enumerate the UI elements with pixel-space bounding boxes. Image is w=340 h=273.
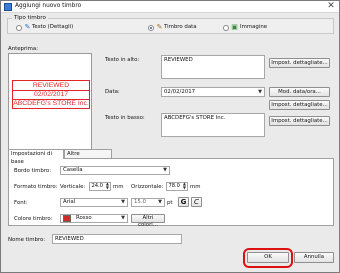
option-image-label[interactable]: Immagine <box>240 24 267 30</box>
image-stamp-icon: ▣ <box>231 23 238 31</box>
border-select-value: Casella <box>63 167 83 173</box>
radio-image[interactable] <box>223 25 229 31</box>
bottom-text-label: Testo in basso: <box>105 115 145 121</box>
radio-date-stamp[interactable] <box>148 25 154 31</box>
close-icon[interactable]: ✕ <box>326 2 336 11</box>
app-icon <box>4 3 12 11</box>
stamp-image: REVIEWED 02/02/2017 ABCDEFG's STORE Inc. <box>12 80 90 109</box>
date-stamp-icon: ✎ <box>156 23 163 31</box>
border-label: Bordo timbro: <box>14 168 52 174</box>
color-select[interactable]: Rosso ▼ <box>60 214 128 223</box>
stepper-arrows-icon[interactable]: ▲ ▼ <box>183 182 186 190</box>
stamp-type-group: Tipo timbro ✎ Testo (Dettagli) ✎ Timbro … <box>7 15 334 34</box>
vertical-size-value: 24.0 <box>91 183 103 189</box>
top-text-label: Testo in alto: <box>105 57 140 63</box>
horizontal-size-stepper[interactable]: 78.0 ▲ ▼ <box>166 182 188 191</box>
border-select[interactable]: Casella ▼ <box>60 166 170 175</box>
vertical-size-stepper[interactable]: 24.0 ▲ ▼ <box>89 182 111 191</box>
window-title: Aggiungi nuovo timbro <box>15 3 82 9</box>
font-size-value: 15.0 <box>134 199 147 205</box>
vertical-label: Verticale: <box>60 184 86 190</box>
text-stamp-icon: ✎ <box>24 23 31 31</box>
tab-other-settings[interactable]: Altre impostazioni <box>64 149 112 165</box>
bottom-text-input[interactable]: ABCDEFG's STORE Inc. <box>161 113 265 137</box>
top-text-settings-button[interactable]: Impost. dettagliate... <box>269 58 330 68</box>
font-select[interactable]: Arial ▼ <box>60 198 128 207</box>
font-label: Font: <box>14 200 28 206</box>
horizontal-unit: mm <box>190 184 201 190</box>
stamp-bottom-text: ABCDEFG's STORE Inc. <box>13 100 89 107</box>
date-settings-button[interactable]: Impost. dettagliate... <box>269 100 330 110</box>
title-bar: Aggiungi nuovo timbro ✕ <box>1 1 339 13</box>
stamp-name-label: Nome timbro: <box>8 237 46 243</box>
stepper-arrows-icon[interactable]: ▲ ▼ <box>106 182 109 190</box>
font-size-unit: pt <box>167 200 173 206</box>
italic-button[interactable]: C <box>191 197 202 207</box>
vertical-unit: mm <box>113 184 124 190</box>
chevron-down-icon[interactable]: ▼ <box>163 167 167 174</box>
cancel-button[interactable]: Annulla <box>294 252 334 263</box>
chevron-down-icon[interactable]: ▼ <box>121 215 125 222</box>
date-label: Data: <box>105 89 120 95</box>
ok-button[interactable]: OK <box>247 252 289 263</box>
stamp-name-input[interactable]: REVIEWED <box>52 234 182 244</box>
date-select[interactable]: 02/02/2017 ▼ <box>161 87 265 97</box>
basic-settings-panel: Bordo timbro: Casella ▼ Formato timbro: … <box>8 158 334 228</box>
preview-label: Anteprima: <box>8 46 39 52</box>
chevron-down-icon[interactable]: ▼ <box>121 199 125 206</box>
radio-text-details[interactable] <box>16 25 22 31</box>
color-select-value: Rosso <box>76 215 92 221</box>
stamp-top-text: REVIEWED <box>32 82 70 89</box>
bottom-text-settings-button[interactable]: Impost. dettagliate... <box>269 116 330 126</box>
color-label: Colore timbro: <box>14 216 53 222</box>
format-label: Formato timbro: <box>14 184 58 190</box>
chevron-down-icon[interactable]: ▼ <box>258 88 262 96</box>
font-size-select[interactable]: 15.0 ▼ <box>131 198 165 207</box>
chevron-down-icon[interactable]: ▼ <box>158 199 162 206</box>
horizontal-label: Orizzontale: <box>131 184 164 190</box>
more-colors-button[interactable]: Altri colori... <box>131 214 165 228</box>
bold-button[interactable]: G <box>178 197 189 207</box>
date-select-value: 02/02/2017 <box>164 89 196 95</box>
add-stamp-dialog: Aggiungi nuovo timbro ✕ Tipo timbro ✎ Te… <box>0 0 340 273</box>
stamp-date-text: 02/02/2017 <box>33 91 69 98</box>
font-select-value: Arial <box>63 199 76 205</box>
tab-basic-settings[interactable]: Impostazioni di base <box>8 149 64 165</box>
edit-date-time-button[interactable]: Mod. data/ora... <box>269 87 330 97</box>
option-date-stamp-label[interactable]: Timbro data <box>164 24 197 30</box>
stamp-type-group-label: Tipo timbro <box>12 15 48 21</box>
horizontal-size-value: 78.0 <box>168 183 180 189</box>
option-text-details-label[interactable]: Testo (Dettagli) <box>32 24 73 30</box>
color-swatch <box>63 215 71 222</box>
top-text-input[interactable]: REVIEWED <box>161 55 265 79</box>
